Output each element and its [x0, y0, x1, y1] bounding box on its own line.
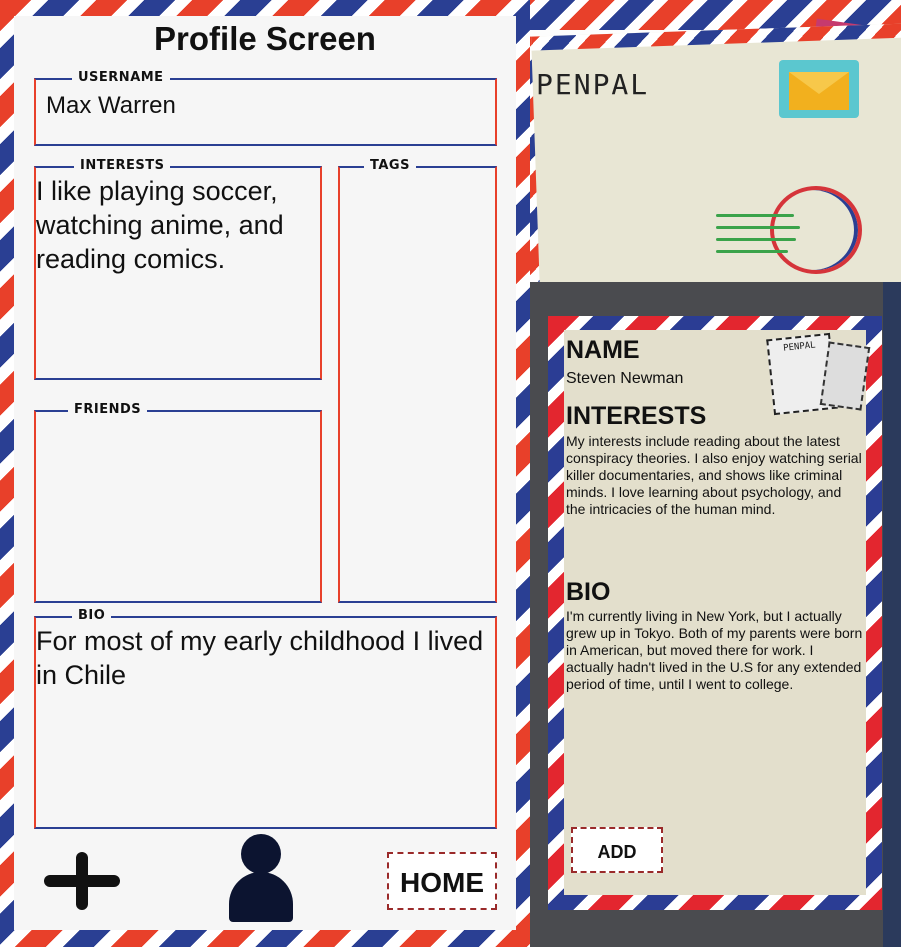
mail-stamp-icon	[779, 60, 859, 118]
person-body-shape	[229, 872, 293, 922]
envelope-icon	[789, 72, 849, 110]
bio-field[interactable]: BIO For most of my early childhood I liv…	[34, 608, 497, 829]
bio-heading: BIO	[566, 578, 611, 606]
tags-label: TAGS	[364, 158, 416, 173]
page-title: Profile Screen	[154, 20, 376, 57]
friends-label: FRIENDS	[68, 402, 148, 417]
postmark-wave	[716, 250, 788, 253]
postmark-wave	[716, 226, 800, 229]
name-heading: NAME	[566, 336, 640, 364]
profile-screen-panel: Profile Screen USERNAME Max Warren INTER…	[0, 0, 530, 947]
interests-field[interactable]: INTERESTS I like playing soccer, watchin…	[34, 158, 322, 380]
bio-label: BIO	[72, 608, 112, 623]
card-background-edge	[883, 282, 901, 947]
bio-value: For most of my early childhood I lived i…	[36, 626, 484, 690]
interests-value: I like playing soccer, watching anime, a…	[36, 176, 284, 274]
stamp-back	[819, 341, 871, 411]
profile-person-icon[interactable]	[229, 834, 293, 922]
stamp-label: PENPAL	[782, 340, 817, 354]
add-button[interactable]: ADD	[571, 827, 663, 873]
interests-label: INTERESTS	[74, 158, 171, 173]
username-field[interactable]: USERNAME Max Warren	[34, 70, 497, 146]
username-value: Max Warren	[46, 92, 176, 119]
friends-field[interactable]: FRIENDS	[34, 402, 322, 603]
postmark-wave	[716, 214, 794, 217]
person-head-shape	[241, 834, 281, 874]
penpal-stamp-icon: PENPAL	[766, 332, 871, 416]
tags-field[interactable]: TAGS	[338, 158, 497, 603]
postmark-ring	[770, 186, 862, 274]
interests-text: My interests include reading about the l…	[566, 433, 862, 517]
postmark-icon	[716, 186, 886, 274]
bio-text: I'm currently living in New York, but I …	[566, 608, 863, 692]
add-icon[interactable]	[44, 852, 120, 910]
interests-heading: INTERESTS	[566, 402, 707, 430]
postmark-wave	[716, 238, 796, 241]
home-button[interactable]: HOME	[387, 852, 497, 910]
penpal-logo: PENPAL	[536, 68, 650, 101]
username-label: USERNAME	[72, 70, 170, 85]
profile-screen-content: Profile Screen USERNAME Max Warren INTER…	[14, 16, 516, 930]
